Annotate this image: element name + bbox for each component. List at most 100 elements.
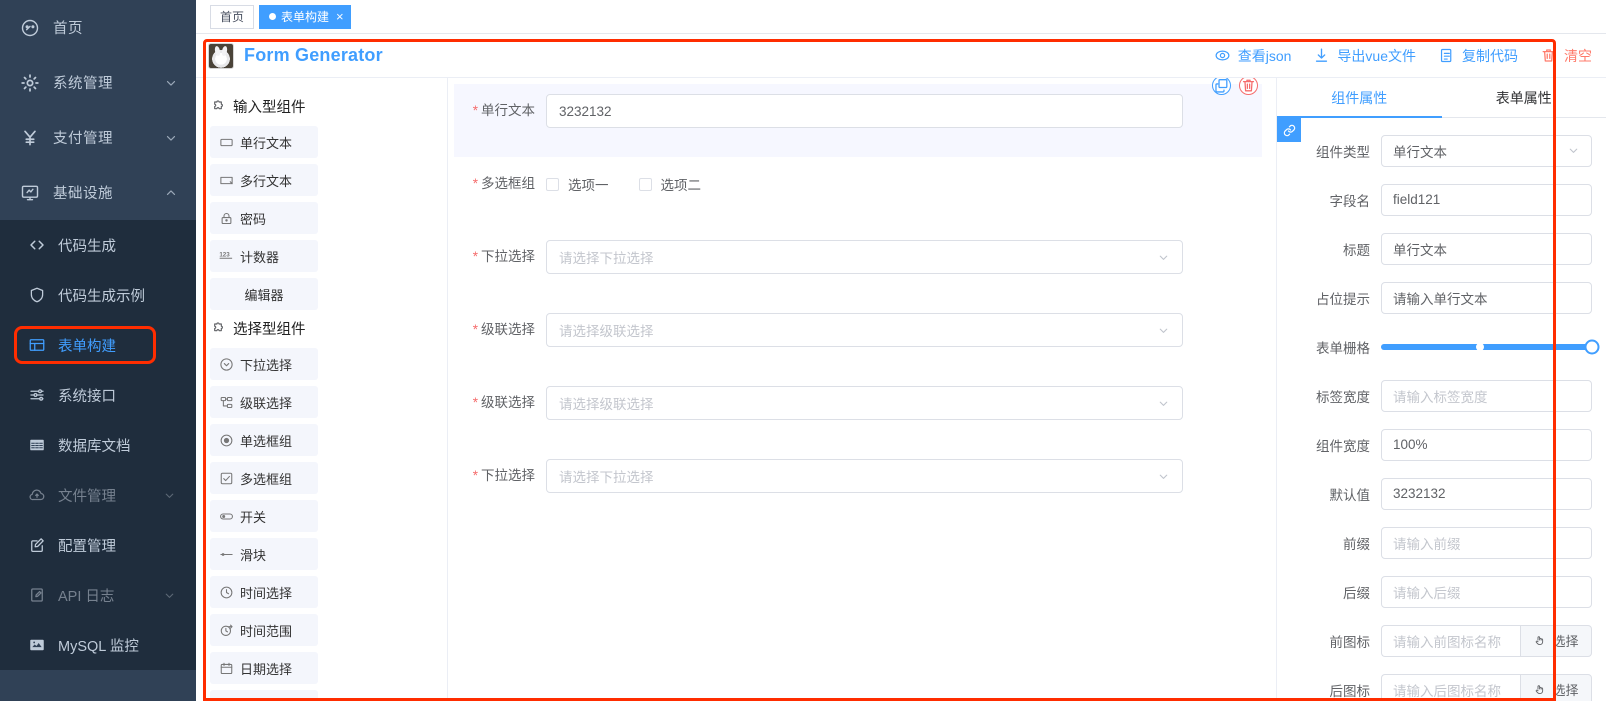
prop-input-9[interactable]: 请输入后缀 [1381,575,1592,608]
palette-item-1-9[interactable]: 日期范围 [210,690,318,701]
row-label-text: 级联选择 [481,395,535,410]
prop-label-6: 组件宽度 [1316,438,1370,454]
row-control-0: 3232132 [546,94,1183,128]
form-row-0[interactable]: * 单行文本 3232132 [454,78,1262,157]
form-generator-body: 输入型组件 单行文本 多行文本 密码 123 计数器 编辑器 选择型组件 下拉选择 级联选择 单选框… [196,78,1606,701]
palette-item-1-7[interactable]: 时间范围 [210,614,318,646]
action-eye[interactable]: 查看json [1214,46,1292,66]
prop-label-2: 标题 [1343,242,1370,258]
slider-handle[interactable] [1584,339,1600,354]
row-select-2[interactable]: 请选择下拉选择 [546,240,1183,274]
prop-input-1[interactable]: field121 [1381,183,1592,216]
number-icon: 123 [219,249,234,264]
form-row-4[interactable]: * 级联选择 请选择级联选择 [454,376,1262,449]
chevron-down-icon [1157,397,1170,410]
prop-input-8[interactable]: 请输入前缀 [1381,526,1592,559]
prop-field-4: 表单栅格 [1277,322,1600,371]
sidebar-item-label: 首页 [53,21,83,37]
row-select-4[interactable]: 请选择级联选择 [546,386,1183,420]
palette-item-0-3[interactable]: 123 计数器 [210,240,318,272]
row-input-value: 3232132 [559,103,612,119]
tab-form-properties[interactable]: 表单属性 [1442,78,1606,117]
row-checkbox-label: 选项二 [660,178,702,193]
prop-select-0[interactable]: 单行文本 [1381,134,1592,167]
row-checkbox-1-1[interactable]: 选项二 [638,174,702,194]
row-checkbox-1-0[interactable]: 选项一 [546,174,609,194]
sidebar-subitem-0[interactable]: 代码生成 [0,220,196,270]
checkbox-square-icon [638,177,652,191]
palette-item-0-0[interactable]: 单行文本 [210,126,318,158]
prop-input-2[interactable]: 单行文本 [1381,232,1592,265]
prop-input-3[interactable]: 请输入单行文本 [1381,281,1592,314]
monitor-chart-icon [28,636,46,654]
action-download[interactable]: 导出vue文件 [1313,46,1416,66]
sidebar-subitem-7[interactable]: API 日志 [0,570,196,620]
palette-item-1-6[interactable]: 时间选择 [210,576,318,608]
copy-row-icon[interactable] [1212,78,1231,95]
palette-item-1-5[interactable]: 滑块 [210,538,318,570]
tab-home[interactable]: 首页 [210,4,255,29]
row-label-3: * 级联选择 [454,313,546,347]
slider-track [1381,339,1600,354]
sidebar-subitem-3[interactable]: 系统接口 [0,370,196,420]
tab-component-properties[interactable]: 组件属性 [1277,78,1442,118]
prop-input-7[interactable]: 3232132 [1381,477,1592,510]
tab-form-builder[interactable]: 表单构建 × [259,4,351,29]
action-label: 查看json [1237,47,1292,64]
row-checkbox-label: 选项一 [568,178,609,193]
sidebar-subitem-4[interactable]: 数据库文档 [0,420,196,470]
row-input-0[interactable]: 3232132 [546,94,1183,128]
chevron-up-icon [164,186,178,200]
palette-item-1-8[interactable]: 日期选择 [210,652,318,684]
sidebar-subitem-label: 配置管理 [58,538,116,555]
trash-icon [1540,47,1557,64]
form-row-5[interactable]: * 下拉选择 请选择下拉选择 [454,449,1262,522]
palette-item-1-0[interactable]: 下拉选择 [210,348,318,380]
row-select-3[interactable]: 请选择级联选择 [546,313,1183,347]
delete-row-icon[interactable] [1239,78,1258,95]
sidebar-item-2[interactable]: 支付管理 [0,110,196,165]
palette-item-1-4[interactable]: 开关 [210,500,318,532]
palette-item-1-2[interactable]: 单选框组 [210,424,318,456]
palette-item-1-1[interactable]: 级联选择 [210,386,318,418]
chevron-down-icon [164,76,178,90]
sidebar-subitem-8[interactable]: MySQL 监控 [0,620,196,670]
prop-value: 请输入单行文本 [1393,291,1488,307]
sidebar-item-0[interactable]: 首页 [0,0,196,55]
sidebar-item-3[interactable]: 基础设施 [0,165,196,220]
palette-item-0-4[interactable]: 编辑器 [210,278,318,310]
palette-item-0-1[interactable]: 多行文本 [210,164,318,196]
form-row-1[interactable]: * 多选框组 选项一 选项二 [454,157,1262,230]
sidebar-subitem-6[interactable]: 配置管理 [0,520,196,570]
prop-input-5[interactable]: 请输入标签宽度 [1381,379,1592,412]
link-icon[interactable] [1277,118,1301,142]
palette-item-1-3[interactable]: 多选框组 [210,462,318,494]
sidebar-item-1[interactable]: 系统管理 [0,55,196,110]
action-copy-code[interactable]: 复制代码 [1438,46,1518,66]
prop-field-0: 组件类型 单行文本 [1277,126,1592,175]
form-canvas[interactable]: * 单行文本 3232132 * 多选框组 选项一 选项二 * 下拉选择 请选择下拉选择 * 级联选择… [448,78,1276,701]
yuan-icon [20,128,40,148]
prop-slider-4[interactable] [1381,331,1600,363]
prop-input-11[interactable]: 请输入后图标名称 [1381,673,1520,701]
sidebar-subgroup-infrastructure: 代码生成 代码生成示例 表单构建 系统接口 数据库文档 文件管理配置管理 API 日志 MyS… [0,220,196,670]
sidebar-item-label: 基础设施 [53,186,113,202]
prop-input-6[interactable]: 100% [1381,428,1592,461]
form-row-2[interactable]: * 下拉选择 请选择下拉选择 [454,230,1262,303]
sidebar-subitem-5[interactable]: 文件管理 [0,470,196,520]
palette-item-label: 下拉选择 [240,357,293,373]
palette-item-0-2[interactable]: 密码 [210,202,318,234]
row-select-placeholder: 请选择下拉选择 [559,251,654,266]
action-trash[interactable]: 清空 [1540,46,1592,66]
prop-field-6: 组件宽度 100% [1277,420,1592,469]
form-row-3[interactable]: * 级联选择 请选择级联选择 [454,303,1262,376]
prop-pick-button-10[interactable]: 选择 [1520,624,1592,657]
prop-input-10[interactable]: 请输入前图标名称 [1381,624,1520,657]
palette-item-label: 计数器 [240,249,280,265]
sidebar-subitem-2[interactable]: 表单构建 [0,320,196,370]
sidebar-subitem-1[interactable]: 代码生成示例 [0,270,196,320]
row-select-5[interactable]: 请选择下拉选择 [546,459,1183,493]
tab-close-icon[interactable]: × [336,10,344,23]
action-label: 清空 [1564,47,1592,64]
prop-pick-button-11[interactable]: 选择 [1520,673,1592,701]
